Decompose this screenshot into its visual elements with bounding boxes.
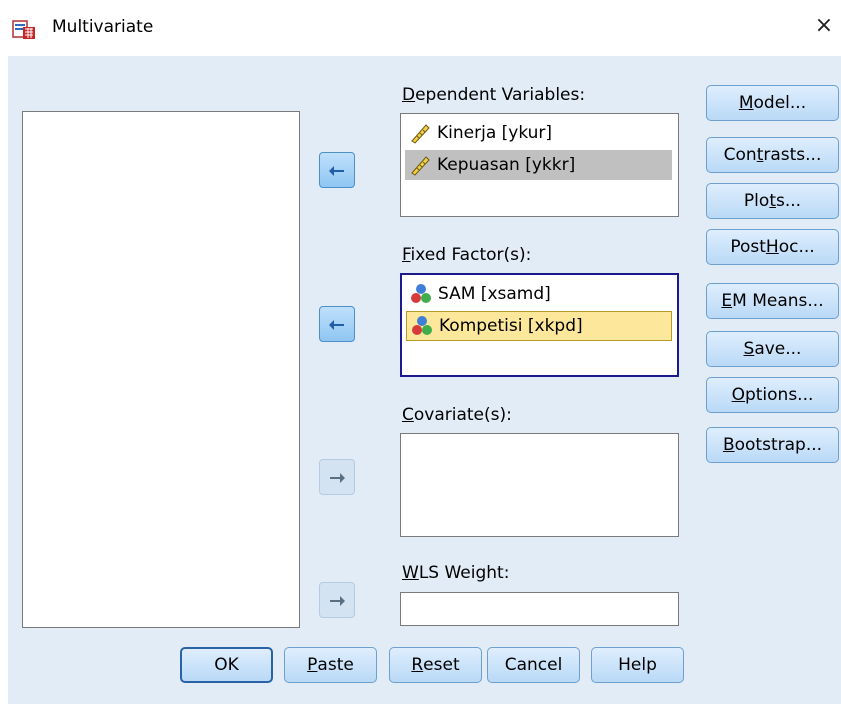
covariates-list[interactable] [400, 433, 679, 537]
fixed-factors-list[interactable]: SAM [xsamd] Kompetisi [xkpd] [400, 273, 679, 377]
close-icon[interactable]: × [812, 14, 836, 38]
move-to-wls-weight-button[interactable] [319, 582, 355, 618]
list-item[interactable]: Kepuasan [ykkr] [405, 150, 672, 180]
window-title: Multivariate [52, 17, 154, 37]
ruler-scale-icon [411, 124, 430, 144]
ok-button[interactable]: OK [180, 647, 273, 683]
nominal-balls-icon [412, 316, 432, 335]
list-item[interactable]: Kompetisi [xkpd] [406, 311, 672, 341]
contrasts-button[interactable]: Con t rasts... [706, 137, 839, 173]
options-button[interactable]: Options... [706, 377, 839, 413]
title-bar: Multivariate × [0, 0, 841, 56]
arrow-right-icon [330, 594, 345, 606]
wls-weight-field[interactable] [400, 592, 679, 626]
dependent-variables-list[interactable]: Kinerja [ykur] Kepuasan [ykkr] [400, 113, 679, 217]
source-variable-list[interactable] [22, 111, 300, 628]
nominal-balls-icon [411, 284, 431, 303]
help-button[interactable]: Help [591, 647, 684, 683]
move-to-dependent-button[interactable] [319, 152, 355, 188]
move-to-covariate-button[interactable] [319, 459, 355, 495]
arrow-right-icon [330, 471, 345, 483]
wls-weight-label: WLS Weight: [402, 563, 510, 583]
paste-button[interactable]: Paste [284, 647, 377, 683]
bootstrap-button[interactable]: Bootstrap... [706, 427, 839, 463]
cancel-button[interactable]: Cancel [487, 647, 580, 683]
dialog-body: Dependent Variables: Kinerja [ykur] Kepu… [8, 56, 841, 704]
plots-button[interactable]: Plo t s... [706, 183, 839, 219]
list-item[interactable]: Kinerja [ykur] [405, 118, 552, 148]
list-item[interactable]: SAM [xsamd] [406, 279, 551, 309]
arrow-left-icon [329, 164, 344, 176]
dependent-variables-label: Dependent Variables: [402, 85, 586, 105]
post-hoc-button[interactable]: Post Hoc... [706, 229, 839, 265]
covariates-label: Covariate(s): [402, 405, 512, 425]
spss-dialog-icon [12, 20, 35, 39]
move-to-fixed-factor-button[interactable] [319, 306, 355, 342]
save-button[interactable]: Save... [706, 331, 839, 367]
arrow-left-icon [329, 318, 344, 330]
model-button[interactable]: Model... [706, 85, 839, 121]
fixed-factors-label: Fixed Factor(s): [402, 245, 532, 265]
em-means-button[interactable]: EM Means... [706, 283, 839, 319]
ruler-scale-icon [411, 156, 430, 176]
reset-button[interactable]: Reset [389, 647, 482, 683]
